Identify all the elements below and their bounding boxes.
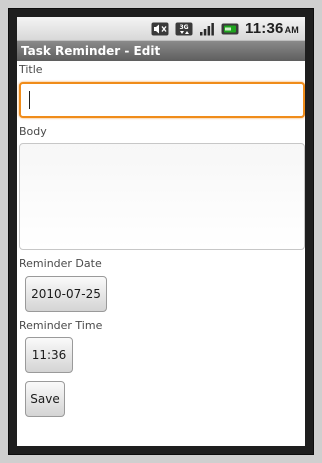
status-bar: 3G 11:36AM [17,17,305,41]
reminder-date-button[interactable]: 2010-07-25 [25,276,107,312]
body-input[interactable] [19,143,305,250]
battery-icon [221,22,239,36]
reminder-time-button[interactable]: 11:36 [25,337,73,373]
3g-icon: 3G [175,22,193,36]
reminder-date-label: Reminder Date [19,257,102,270]
mute-icon [151,22,169,36]
svg-text:3G: 3G [179,24,188,31]
signal-icon [199,22,215,36]
phone-frame: 3G 11:36AM Task Reminder - Edit Title Bo… [8,8,314,455]
clock: 11:36AM [245,20,299,37]
reminder-time-label: Reminder Time [19,319,103,332]
text-cursor [29,91,30,109]
screen: 3G 11:36AM Task Reminder - Edit Title Bo… [17,17,305,446]
body-label: Body [19,125,47,138]
app-title: Task Reminder - Edit [21,44,161,58]
save-button[interactable]: Save [25,381,65,417]
title-label: Title [19,63,43,76]
clock-ampm: AM [284,25,299,35]
clock-time: 11:36 [245,20,284,37]
title-bar: Task Reminder - Edit [17,41,305,61]
title-input[interactable] [19,82,305,118]
